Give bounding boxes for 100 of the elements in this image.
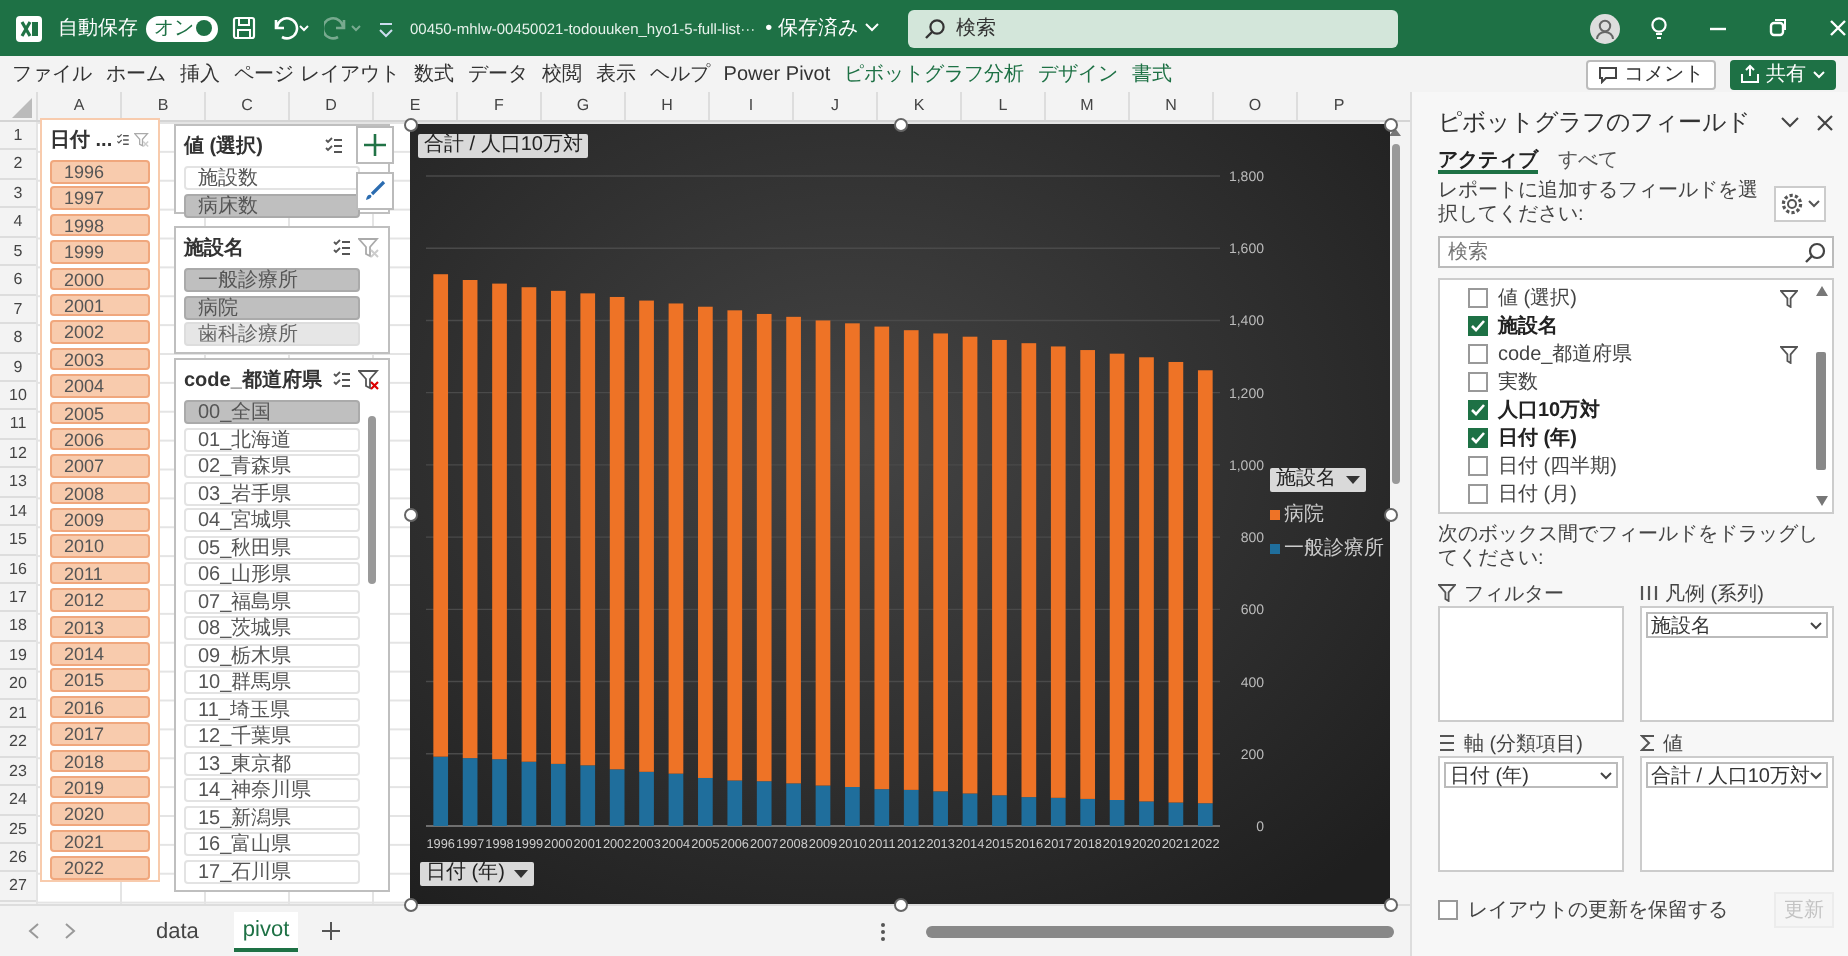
- slicer-item[interactable]: 03_岩手県: [184, 481, 360, 505]
- row-header[interactable]: 14: [0, 497, 36, 527]
- row-header[interactable]: 16: [0, 555, 36, 584]
- slicer-item[interactable]: 16_富山県: [184, 832, 360, 856]
- scrollbar-thumb[interactable]: [1816, 352, 1826, 470]
- row-header[interactable]: 9: [0, 353, 36, 382]
- next-sheet-icon[interactable]: [64, 922, 76, 940]
- row-header[interactable]: 11: [0, 410, 36, 440]
- checkbox[interactable]: [1438, 900, 1458, 920]
- column-header[interactable]: M: [1044, 92, 1128, 120]
- slicer-item[interactable]: 2008: [50, 481, 150, 505]
- scrollbar-thumb[interactable]: [1391, 144, 1399, 484]
- slicer-item[interactable]: 2002: [50, 320, 150, 344]
- filter-icon[interactable]: [1780, 289, 1798, 307]
- row-header[interactable]: 20: [0, 670, 36, 700]
- menu-tab[interactable]: ホーム: [106, 60, 166, 88]
- lightbulb-icon[interactable]: [1649, 16, 1668, 40]
- multi-select-icon[interactable]: [116, 130, 131, 150]
- field-button[interactable]: 施設名: [1270, 468, 1366, 492]
- style-button[interactable]: [356, 172, 394, 210]
- row-header[interactable]: 6: [0, 266, 36, 296]
- slicer-item[interactable]: 1997: [50, 186, 150, 210]
- autosave-toggle[interactable]: オン: [146, 15, 218, 41]
- drop-area[interactable]: 合計 / 人口10万対: [1639, 756, 1834, 872]
- field-name[interactable]: 日付 (年): [1498, 424, 1810, 452]
- search-field[interactable]: 検索: [1438, 236, 1834, 268]
- field-name[interactable]: code_都道府県: [1498, 340, 1770, 368]
- add-button[interactable]: [356, 126, 394, 164]
- row-header[interactable]: 12: [0, 439, 36, 469]
- row-header[interactable]: 24: [0, 786, 36, 815]
- slicer-item[interactable]: 11_埼玉県: [184, 697, 360, 721]
- slicer-item[interactable]: 2011: [50, 561, 150, 585]
- slicer-item[interactable]: 15_新潟県: [184, 805, 360, 829]
- row-header[interactable]: 8: [0, 324, 36, 353]
- column-header[interactable]: I: [708, 92, 792, 120]
- field-button[interactable]: 日付 (年): [420, 862, 535, 886]
- customize-toolbar-icon[interactable]: [378, 18, 394, 38]
- clear-filter-icon[interactable]: [358, 370, 380, 390]
- field-name[interactable]: 人口10万対: [1498, 396, 1810, 424]
- menu-tab[interactable]: Power Pivot: [723, 63, 831, 85]
- row-header[interactable]: 27: [0, 872, 36, 902]
- slicer-item[interactable]: 1996: [50, 160, 150, 183]
- undo-icon[interactable]: [270, 16, 310, 40]
- slicer-item[interactable]: 04_宮城県: [184, 508, 360, 532]
- checkbox[interactable]: [1468, 456, 1488, 476]
- slicer-item[interactable]: 2005: [50, 401, 150, 425]
- checkbox[interactable]: [1468, 428, 1488, 448]
- save-icon[interactable]: [232, 16, 256, 40]
- column-header[interactable]: O: [1212, 92, 1296, 120]
- slicer-item[interactable]: 一般診療所: [184, 268, 360, 292]
- slicer-item[interactable]: 2019: [50, 775, 150, 799]
- field-dropdown[interactable]: 日付 (年): [1444, 762, 1618, 788]
- slicer-item[interactable]: 2004: [50, 374, 150, 398]
- row-header[interactable]: 2: [0, 150, 36, 180]
- multi-select-icon[interactable]: [324, 136, 344, 156]
- row-header[interactable]: 21: [0, 699, 36, 729]
- share-button[interactable]: 共有: [1730, 59, 1836, 89]
- slicer-item[interactable]: 12_千葉県: [184, 724, 360, 748]
- row-header[interactable]: 7: [0, 295, 36, 325]
- avatar-icon[interactable]: [1589, 13, 1620, 43]
- menu-tab[interactable]: 校閲: [541, 60, 582, 88]
- slicer-item[interactable]: 08_茨城県: [184, 616, 360, 640]
- drop-area[interactable]: 施設名: [1639, 606, 1834, 722]
- slicer-item[interactable]: 施設数: [184, 166, 360, 190]
- menu-tab[interactable]: 書式: [1132, 60, 1173, 88]
- row-header[interactable]: 5: [0, 237, 36, 267]
- checkbox[interactable]: [1468, 316, 1488, 336]
- column-header[interactable]: H: [624, 92, 708, 120]
- slicer-item[interactable]: 2014: [50, 642, 150, 666]
- row-header[interactable]: 18: [0, 612, 36, 642]
- field-name[interactable]: 日付 (月): [1498, 480, 1810, 508]
- slicer-item[interactable]: 2020: [50, 802, 150, 826]
- slicer-item[interactable]: 1999: [50, 240, 150, 264]
- checkbox[interactable]: [1468, 372, 1488, 392]
- slicer-item[interactable]: 17_石川県: [184, 859, 360, 883]
- row-header[interactable]: 23: [0, 757, 36, 787]
- checkbox[interactable]: [1468, 344, 1488, 364]
- column-header[interactable]: N: [1128, 92, 1212, 120]
- slicer-item[interactable]: 2017: [50, 722, 150, 746]
- field-name[interactable]: 日付 (四半期): [1498, 452, 1810, 480]
- column-header[interactable]: F: [456, 92, 540, 120]
- slicer-item[interactable]: 2009: [50, 508, 150, 532]
- row-header[interactable]: 10: [0, 381, 36, 411]
- row-header[interactable]: 4: [0, 208, 36, 238]
- more-options-icon[interactable]: [879, 921, 886, 941]
- add-sheet-icon[interactable]: [321, 922, 340, 940]
- chevron-down-icon[interactable]: [1780, 115, 1800, 129]
- field-dropdown[interactable]: 合計 / 人口10万対: [1645, 762, 1828, 788]
- slicer-item[interactable]: 2016: [50, 695, 150, 719]
- multi-select-icon[interactable]: [332, 370, 352, 390]
- slicer-item[interactable]: 02_青森県: [184, 454, 360, 478]
- slicer-item[interactable]: 2012: [50, 588, 150, 612]
- checkbox[interactable]: [1468, 288, 1488, 308]
- checkbox[interactable]: [1468, 400, 1488, 420]
- slicer-item[interactable]: 2010: [50, 534, 150, 558]
- resize-handle[interactable]: [403, 507, 417, 521]
- field-dropdown[interactable]: 施設名: [1645, 612, 1828, 638]
- slicer-item[interactable]: 07_福島県: [184, 589, 360, 613]
- slicer-item[interactable]: 2022: [50, 856, 150, 880]
- comment-button[interactable]: コメント: [1586, 59, 1716, 89]
